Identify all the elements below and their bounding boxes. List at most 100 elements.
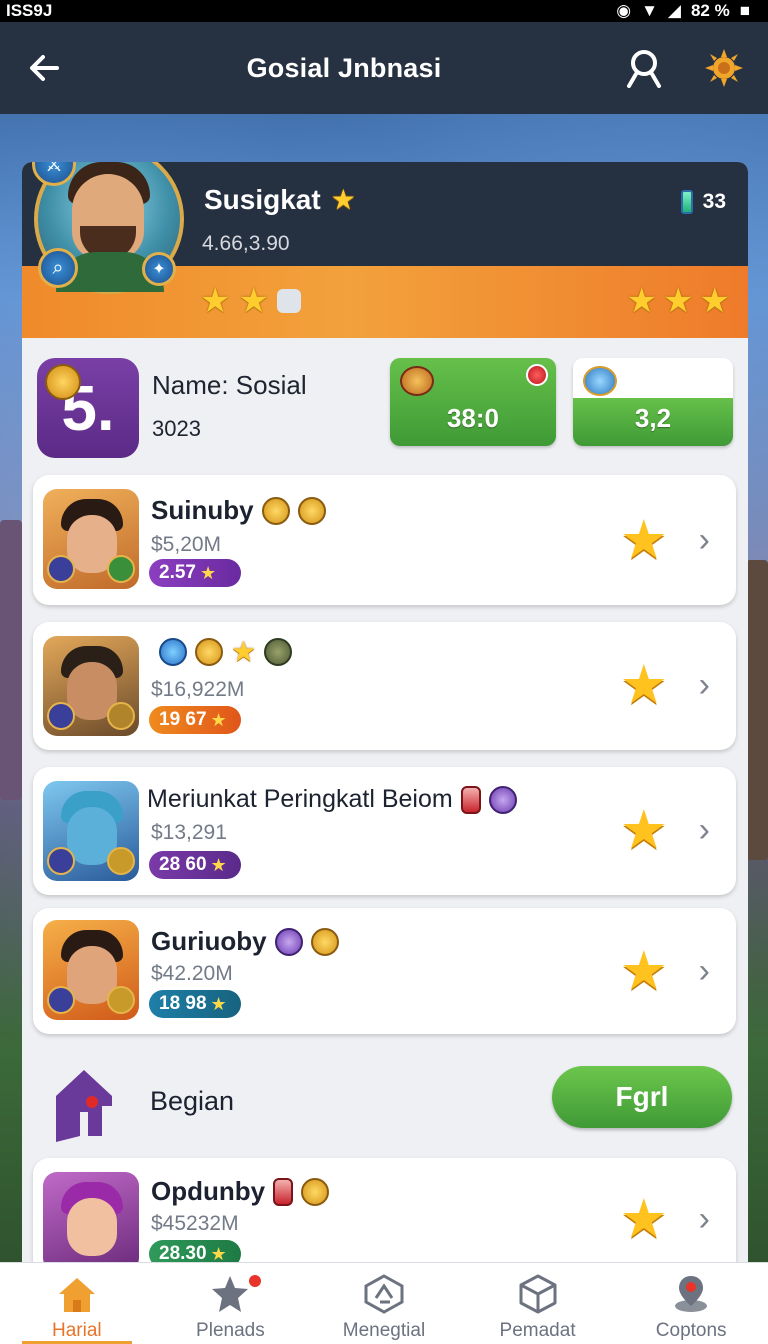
chevron-right-icon[interactable]: › xyxy=(699,813,710,847)
class-chip-icon xyxy=(47,555,75,583)
list-item[interactable]: Meriunkat Peringkatl Beiom $13,291 28 60… xyxy=(33,767,736,895)
home-icon xyxy=(58,1278,95,1312)
card-price: $5,20M xyxy=(151,533,222,556)
certificate-icon xyxy=(364,1274,404,1314)
list-item[interactable]: Opdunby $45232M 28.30 ★ ★ › xyxy=(33,1158,736,1264)
list-item[interactable]: ★ $16,922M 19 67 ★ ★ › xyxy=(33,622,736,750)
element-chip-icon xyxy=(107,555,135,583)
stat-box-secondary[interactable]: 3,2 xyxy=(573,358,733,446)
star-icon: ★ xyxy=(210,854,227,875)
card-title: Guriuoby xyxy=(151,926,267,956)
badge-icon xyxy=(297,496,326,525)
star-icon: ★ xyxy=(663,282,694,320)
hero-thumbnail xyxy=(43,636,139,736)
class-chip-icon xyxy=(47,847,75,875)
element-chip-icon xyxy=(107,702,135,730)
chevron-right-icon[interactable]: › xyxy=(699,523,710,557)
nav-item-home[interactable]: Harial xyxy=(0,1263,154,1344)
profile-avatar[interactable]: ⚔ ⌕ ✦ xyxy=(32,162,184,294)
notification-dot xyxy=(247,1273,264,1289)
nav-item-menegtial[interactable]: Menegtial xyxy=(307,1263,461,1344)
back-arrow-icon xyxy=(30,55,59,81)
profile-name: Susigkat xyxy=(204,184,321,215)
section-row: Begian Fgrl xyxy=(22,1060,748,1150)
badge-icon xyxy=(301,1177,330,1206)
nav-label: Menegtial xyxy=(342,1320,426,1341)
favorite-star-icon[interactable]: ★ xyxy=(620,803,668,857)
background-tower-left xyxy=(0,520,22,800)
profile-name-row: Susigkat ★ xyxy=(204,184,356,216)
hero-thumbnail xyxy=(43,489,139,589)
star-icon: ★ xyxy=(238,282,269,320)
notification-dot xyxy=(526,364,548,386)
wifi-icon: ▼ xyxy=(641,1,658,20)
currency-counter[interactable]: 33 xyxy=(680,190,726,214)
app-bar-actions xyxy=(622,46,746,90)
chest-icon xyxy=(400,366,434,396)
chevron-right-icon[interactable]: › xyxy=(699,1202,710,1236)
nav-label: Plenads xyxy=(196,1320,265,1341)
medal-icon xyxy=(45,364,81,400)
star-icon: ★ xyxy=(200,282,231,320)
chevron-right-icon[interactable]: › xyxy=(699,668,710,702)
card-title-row: ★ xyxy=(151,638,293,666)
level-tile[interactable]: 5. xyxy=(37,358,139,458)
star-icon: ★ xyxy=(626,282,658,320)
nav-item-pemadat[interactable]: Pemadat xyxy=(461,1263,615,1344)
info-name: Name: Sosial xyxy=(152,370,307,400)
section-label: Begian xyxy=(150,1086,235,1116)
location-icon: ◉ xyxy=(616,1,632,20)
card-price: $16,922M xyxy=(151,678,245,701)
element-chip-icon xyxy=(107,847,135,875)
list-item[interactable]: Suinuby $5,20M 2.57 ★ ★ › xyxy=(33,475,736,605)
favorite-star-icon[interactable]: ★ xyxy=(620,513,668,567)
section-action-button[interactable]: Fgrl xyxy=(552,1066,732,1128)
nav-label: Harial xyxy=(51,1320,102,1341)
battery-text: 82 % xyxy=(690,1,730,20)
hero-thumbnail xyxy=(43,781,139,881)
favorite-star-icon[interactable]: ★ xyxy=(620,1192,668,1246)
chevron-right-icon[interactable]: › xyxy=(699,954,710,988)
app-bar: Gosial Jnbnasi xyxy=(0,22,768,114)
stat-box-primary[interactable]: 38:0 xyxy=(390,358,556,446)
gear-icon xyxy=(159,638,187,666)
nav-item-plenads[interactable]: Plenads xyxy=(154,1263,308,1344)
badge-icon xyxy=(310,927,339,956)
sun-gear-icon xyxy=(704,49,743,87)
rating-pill: 28 60 ★ xyxy=(149,851,241,879)
star-icon: ★ xyxy=(699,282,730,320)
potion-icon xyxy=(273,1177,294,1206)
status-right: ◉ ▼ ◢ 82 % ■ xyxy=(616,1,750,21)
nav-label: Coptons xyxy=(655,1320,727,1341)
card-title-row: Guriuoby xyxy=(151,926,339,957)
card-title: Opdunby xyxy=(151,1176,266,1206)
back-button[interactable] xyxy=(22,46,66,90)
background-tower-right xyxy=(746,560,768,860)
status-left: ISS9J xyxy=(6,1,52,21)
page-title: Gosial Jnbnasi xyxy=(246,52,442,83)
card-title-row: Meriunkat Peringkatl Beiom xyxy=(147,785,517,814)
status-bar: ISS9J ◉ ▼ ◢ 82 % ■ xyxy=(0,0,768,22)
rating-pill: 18 98 ★ xyxy=(149,990,241,1018)
info-number: 3023 xyxy=(152,416,201,441)
search-button[interactable] xyxy=(622,46,666,90)
nav-label: Pemadat xyxy=(499,1320,576,1341)
nav-item-coptons[interactable]: Coptons xyxy=(614,1263,768,1344)
status-carrier-text: ISS9J xyxy=(6,1,53,20)
favorite-star-icon[interactable]: ★ xyxy=(620,658,668,712)
hero-face xyxy=(67,1198,117,1256)
favorite-star-icon[interactable]: ★ xyxy=(620,944,668,998)
rating-pill: 28.30 ★ xyxy=(149,1240,241,1264)
list-item[interactable]: Guriuoby $42.20M 18 98 ★ ★ › xyxy=(33,908,736,1034)
star-icon: ★ xyxy=(210,1243,227,1264)
card-price: $42.20M xyxy=(151,962,233,985)
star-icon: ★ xyxy=(210,709,227,730)
signal-icon: ◢ xyxy=(667,1,681,20)
settings-button[interactable] xyxy=(702,46,746,90)
rating-stars-left: ★ ★ xyxy=(200,284,301,318)
currency-value: 33 xyxy=(702,190,726,213)
battery-icon: ■ xyxy=(739,1,750,20)
star-icon xyxy=(212,1276,249,1312)
profile-subtext: 4.66,3.90 xyxy=(202,232,290,255)
card-price: $13,291 xyxy=(151,821,227,844)
